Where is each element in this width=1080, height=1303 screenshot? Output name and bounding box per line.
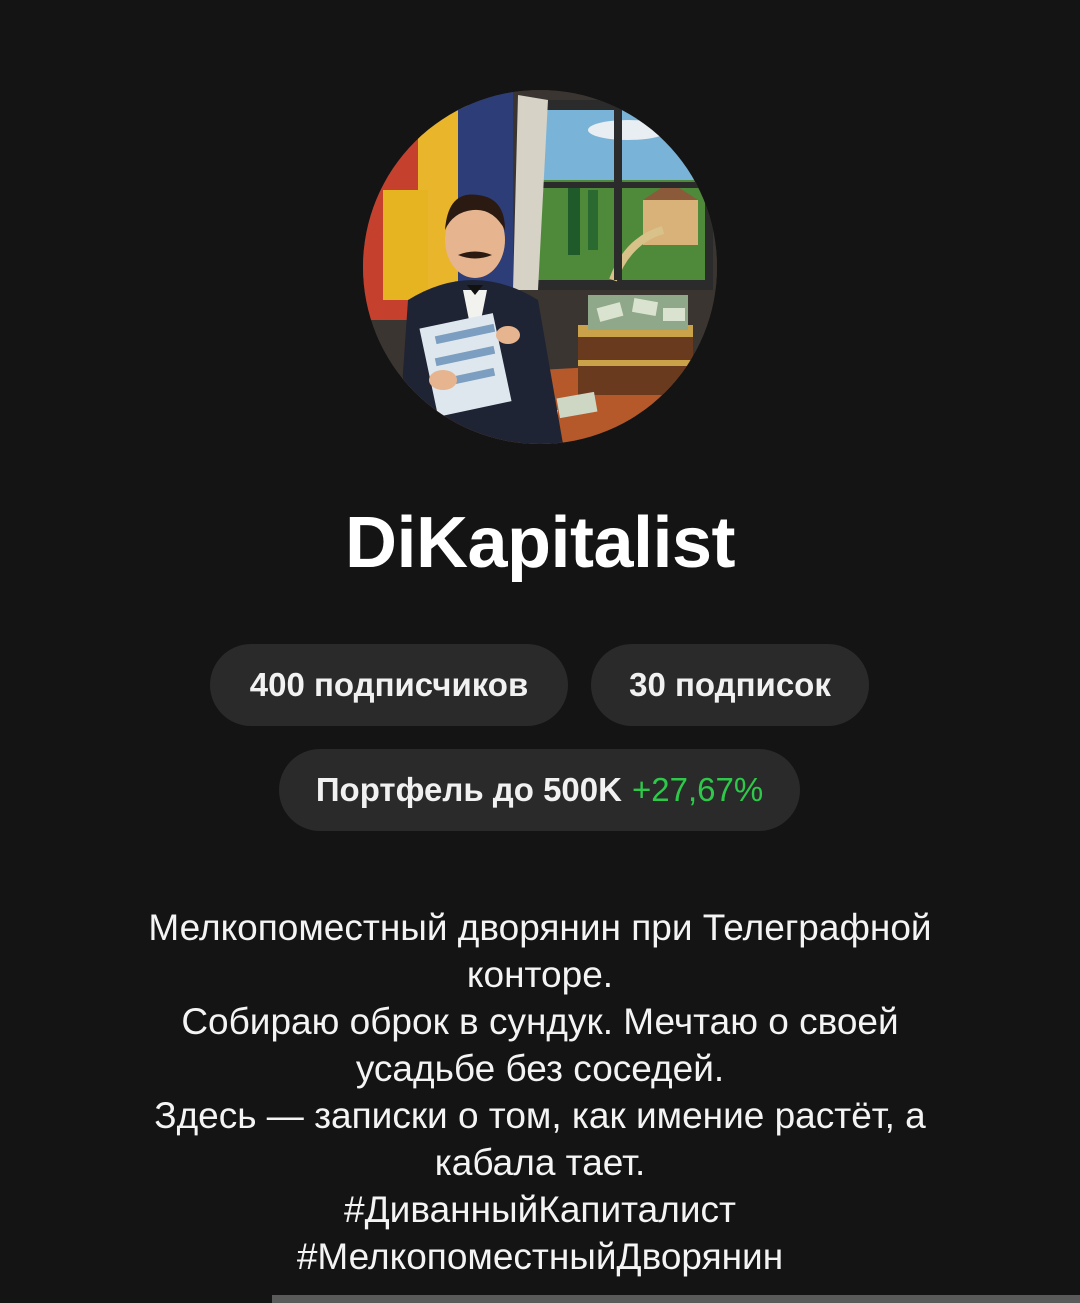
portfolio-button[interactable]: Портфель до 500K +27,67% [279, 749, 800, 831]
subscriptions-count-label: 30 подписок [629, 666, 831, 703]
bio-line: кабала тает. [434, 1142, 646, 1183]
channel-avatar[interactable] [363, 90, 717, 444]
scrollbar[interactable] [272, 1295, 1080, 1303]
portfolio-gain: +27,67% [631, 771, 764, 808]
bio-line: Собираю оброк в сундук. Мечтаю о своей [181, 1001, 899, 1042]
subscribers-count-button[interactable]: 400 подписчиков [210, 644, 568, 726]
channel-name: DiKapitalist [344, 503, 736, 583]
avatar-painting-icon [363, 90, 717, 444]
bio-hashtag-dvoryanin[interactable]: #МелкопоместныйДворянин [90, 1233, 990, 1280]
bio-line: Здесь — записки о том, как имение растёт… [154, 1095, 926, 1136]
subscribers-count-label: 400 подписчиков [249, 666, 529, 703]
bio-hashtag-divan[interactable]: #ДиванныйКапиталист [90, 1186, 990, 1233]
bio-line: конторе. [466, 954, 614, 995]
channel-bio: Мелкопоместный дворянин при Телеграфной … [90, 904, 990, 1280]
bio-line: Мелкопоместный дворянин при Телеграфной [148, 907, 932, 948]
bio-line: усадьбе без соседей. [355, 1048, 725, 1089]
subscriptions-count-button[interactable]: 30 подписок [591, 644, 869, 726]
portfolio-label: Портфель до 500K [315, 771, 622, 808]
